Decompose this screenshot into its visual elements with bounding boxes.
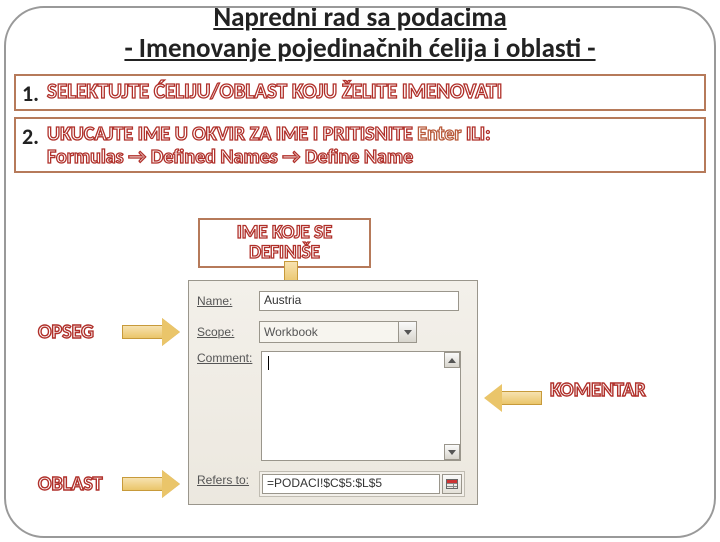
label-komentar: KOMENTAR — [550, 378, 646, 402]
range-picker-button[interactable] — [442, 474, 462, 494]
text-caret-icon — [268, 356, 269, 370]
scroll-down-icon[interactable] — [444, 444, 460, 460]
callout-ime-text: IME KOJE SE DEFINIŠE — [210, 223, 359, 263]
dlg-comment-label: Comment: — [197, 351, 259, 365]
dlg-scope-value: Workbook — [264, 325, 318, 339]
dlg-name-label: Name: — [197, 294, 259, 308]
arrow-right-opseg-icon — [122, 318, 180, 346]
define-name-dialog: Name: Austria Scope: Workbook Comment: R… — [188, 280, 478, 505]
dlg-refers-label: Refers to: — [197, 473, 259, 487]
grid-icon — [446, 479, 458, 489]
dlg-refers-input[interactable]: =PODACI!$C$5:$L$5 — [262, 474, 440, 494]
arrow-right-oblast-icon — [122, 470, 180, 498]
arrow-left-komentar-icon — [484, 384, 542, 412]
label-oblast: OBLAST — [38, 472, 102, 496]
dlg-name-input[interactable]: Austria — [259, 291, 459, 311]
scroll-up-icon[interactable] — [444, 352, 460, 368]
dlg-comment-textarea[interactable] — [261, 351, 461, 461]
chevron-down-icon[interactable] — [398, 322, 416, 342]
dlg-refers-wrap: =PODACI!$C$5:$L$5 — [259, 471, 465, 497]
dlg-scope-select[interactable]: Workbook — [259, 321, 417, 343]
dlg-scope-label: Scope: — [197, 325, 259, 339]
label-opseg: OPSEG — [38, 320, 94, 344]
